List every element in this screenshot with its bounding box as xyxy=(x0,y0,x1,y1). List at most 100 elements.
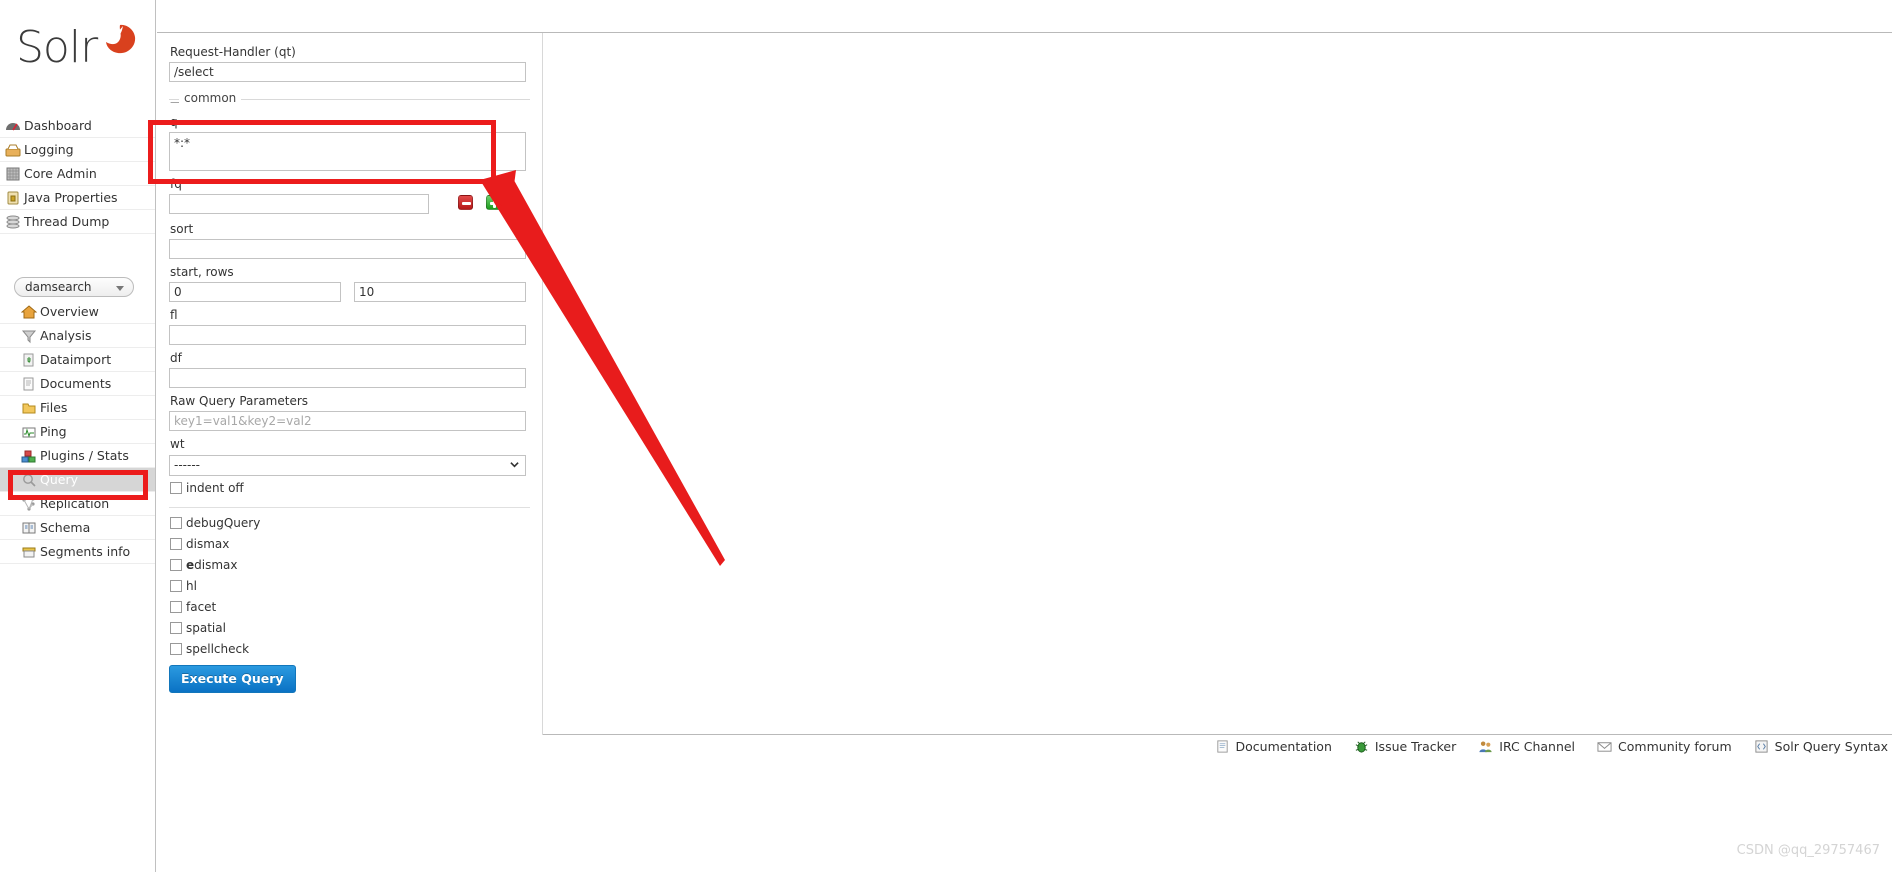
footer-link-solr-query-syntax[interactable]: Solr Query Syntax xyxy=(1754,739,1888,754)
common-fieldset-legend: — common xyxy=(169,91,530,109)
people-icon xyxy=(1479,741,1492,753)
request-handler-label: Request-Handler (qt) xyxy=(170,45,296,59)
sidebar-item-query[interactable]: Query xyxy=(0,468,155,492)
core-selector-dropdown[interactable]: damsearch xyxy=(14,277,134,297)
dataimport-icon xyxy=(23,353,34,367)
dashboard-icon xyxy=(6,123,20,131)
dismax-label[interactable]: dismax xyxy=(186,537,229,551)
df-label: df xyxy=(170,351,182,365)
code-icon xyxy=(1755,740,1768,753)
edismax-label[interactable]: edismax xyxy=(186,558,238,572)
start-rows-label: start, rows xyxy=(170,265,234,279)
start-input[interactable] xyxy=(169,282,341,302)
footer-links: Documentation Issue Tracker IRC Channel xyxy=(1215,739,1888,754)
facet-checkbox[interactable] xyxy=(170,600,182,613)
sidebar-item-thread-dump[interactable]: Thread Dump xyxy=(0,210,155,234)
document-icon xyxy=(1216,740,1228,753)
dismax-checkbox[interactable] xyxy=(170,537,182,550)
sort-input[interactable] xyxy=(169,239,526,259)
sidebar-item-label: Documents xyxy=(40,376,112,391)
sidebar-item-schema[interactable]: Schema xyxy=(0,516,155,540)
spellcheck-label[interactable]: spellcheck xyxy=(186,642,249,656)
option-row-debugquery[interactable]: debugQuery xyxy=(169,514,530,532)
footer-link-issue-tracker[interactable]: Issue Tracker xyxy=(1354,739,1456,754)
footer-link-documentation[interactable]: Documentation xyxy=(1215,739,1332,754)
fq-add-button[interactable] xyxy=(486,195,501,210)
edismax-checkbox[interactable] xyxy=(170,558,182,571)
sidebar-item-dashboard[interactable]: Dashboard xyxy=(0,114,155,138)
sidebar-item-label: Dataimport xyxy=(40,352,112,367)
sidebar-item-logging[interactable]: Logging xyxy=(0,138,155,162)
footer-link-irc-channel[interactable]: IRC Channel xyxy=(1478,739,1575,754)
sidebar-item-core-admin[interactable]: Core Admin xyxy=(0,162,155,186)
option-row-dismax[interactable]: dismax xyxy=(169,535,530,553)
q-input[interactable]: *:* xyxy=(169,132,526,171)
content-area: Request-Handler (qt) — common q *:* fq xyxy=(157,32,1892,735)
sidebar-item-segments-info[interactable]: Segments info xyxy=(0,540,155,564)
sidebar-item-analysis[interactable]: Analysis xyxy=(0,324,155,348)
fq-input[interactable] xyxy=(169,194,429,214)
facet-label[interactable]: facet xyxy=(186,600,216,614)
option-row-hl[interactable]: hl xyxy=(169,577,530,595)
request-handler-input[interactable] xyxy=(169,62,526,82)
sidebar-item-dataimport[interactable]: Dataimport xyxy=(0,348,155,372)
option-row-spatial[interactable]: spatial xyxy=(169,619,530,637)
chevron-down-icon xyxy=(116,286,124,291)
edismax-rest: dismax xyxy=(194,557,238,572)
plugins-icon xyxy=(21,450,36,463)
sidebar-item-java-properties[interactable]: Java Properties xyxy=(0,186,155,210)
wt-label: wt xyxy=(170,437,185,451)
overview-home-icon xyxy=(21,305,37,319)
fq-row xyxy=(169,194,530,216)
raw-query-parameters-input[interactable] xyxy=(169,411,526,431)
core-selector-value: damsearch xyxy=(25,280,92,294)
hl-label[interactable]: hl xyxy=(186,579,197,593)
sidebar-core-nav: Overview Analysis Dataimport Documents F… xyxy=(0,300,155,564)
schema-book-icon xyxy=(22,522,36,534)
sidebar-item-label: Dashboard xyxy=(24,118,92,133)
sidebar-top-nav: Dashboard Logging Core Admin Java Proper… xyxy=(0,114,155,234)
start-rows-row xyxy=(169,282,530,302)
segments-icon xyxy=(22,547,36,558)
debugquery-checkbox[interactable] xyxy=(170,516,182,529)
indent-off-label[interactable]: indent off xyxy=(186,481,244,495)
spatial-checkbox[interactable] xyxy=(170,621,182,634)
option-row-facet[interactable]: facet xyxy=(169,598,530,616)
footer: Documentation Issue Tracker IRC Channel xyxy=(157,739,1892,765)
common-legend-label: common xyxy=(179,91,242,105)
debugquery-label[interactable]: debugQuery xyxy=(186,516,260,530)
indent-off-checkbox[interactable] xyxy=(170,481,182,494)
sidebar-item-files[interactable]: Files xyxy=(0,396,155,420)
hl-checkbox[interactable] xyxy=(170,579,182,592)
wt-select[interactable]: ------ xyxy=(169,454,526,476)
plus-icon-vertical xyxy=(493,199,496,208)
sort-label: sort xyxy=(170,222,194,236)
spatial-label[interactable]: spatial xyxy=(186,621,226,635)
rows-input[interactable] xyxy=(354,282,526,302)
sidebar-item-label: Overview xyxy=(40,304,99,319)
sidebar-item-overview[interactable]: Overview xyxy=(0,300,155,324)
sidebar-item-label: Schema xyxy=(40,520,91,535)
java-properties-icon xyxy=(7,191,19,205)
sidebar-item-label: Core Admin xyxy=(24,166,97,181)
sidebar-item-documents[interactable]: Documents xyxy=(0,372,155,396)
option-row-spellcheck[interactable]: spellcheck xyxy=(169,640,530,658)
ping-chart-icon xyxy=(22,427,36,438)
sidebar-item-replication[interactable]: Replication xyxy=(0,492,155,516)
fl-input[interactable] xyxy=(169,325,526,345)
execute-query-button[interactable]: Execute Query xyxy=(169,664,296,693)
indent-off-row[interactable]: indent off xyxy=(169,479,530,497)
sidebar-item-plugins-stats[interactable]: Plugins / Stats xyxy=(0,444,155,468)
solr-logo[interactable]: Solr xyxy=(16,22,140,84)
option-row-edismax[interactable]: edismax xyxy=(169,556,530,574)
fq-remove-button[interactable] xyxy=(458,195,473,210)
spellcheck-checkbox[interactable] xyxy=(170,642,182,655)
logging-icon xyxy=(5,144,21,157)
fq-label: fq xyxy=(170,177,182,191)
sidebar-item-ping[interactable]: Ping xyxy=(0,420,155,444)
footer-link-community-forum[interactable]: Community forum xyxy=(1597,739,1732,754)
sidebar-item-label: Analysis xyxy=(40,328,92,343)
df-input[interactable] xyxy=(169,368,526,388)
bug-icon xyxy=(1355,741,1368,753)
options-divider xyxy=(169,506,530,508)
